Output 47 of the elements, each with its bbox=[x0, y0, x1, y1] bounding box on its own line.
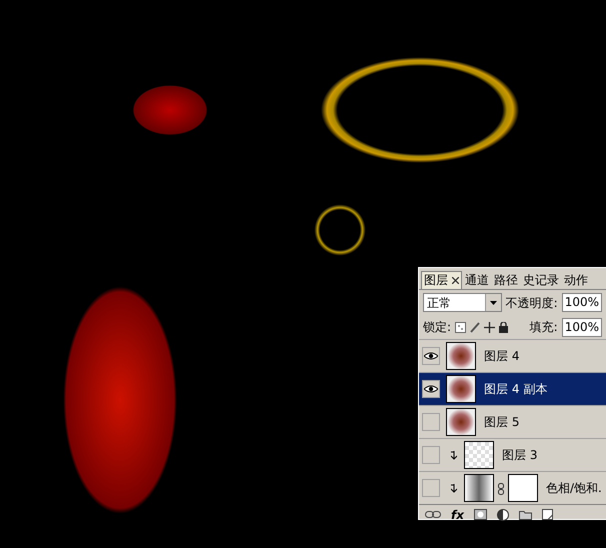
layer-row[interactable]: 图层 4 bbox=[419, 339, 606, 372]
layer-thumbnail bbox=[446, 375, 476, 403]
layer-style-button[interactable]: fx bbox=[451, 506, 464, 524]
mask-thumbnail bbox=[508, 474, 538, 502]
layer-thumbnail bbox=[464, 474, 494, 502]
chain-link-icon bbox=[498, 482, 504, 495]
panel-tab[interactable]: 动作 bbox=[562, 271, 590, 289]
layer-thumbnail bbox=[446, 408, 476, 436]
panel-tab[interactable]: 史记录 bbox=[521, 271, 561, 289]
fill-field[interactable]: 100% bbox=[562, 318, 602, 336]
brush-icon[interactable] bbox=[470, 322, 480, 332]
panel-tab[interactable]: 通道 bbox=[463, 271, 491, 289]
move-icon[interactable] bbox=[484, 322, 496, 332]
visibility-toggle[interactable] bbox=[422, 413, 440, 431]
blend-mode-dropdown[interactable]: 正常 bbox=[423, 293, 502, 312]
eye-icon bbox=[424, 352, 438, 360]
visibility-toggle[interactable] bbox=[422, 446, 440, 464]
fill-label: 填充: bbox=[530, 319, 558, 336]
lock-label: 锁定: bbox=[423, 319, 452, 336]
caret-icon bbox=[490, 300, 497, 304]
opacity-field[interactable]: 100% bbox=[562, 293, 602, 312]
layer-name: 色相/饱和. bbox=[546, 480, 602, 497]
visibility-toggle[interactable] bbox=[422, 380, 440, 398]
eye-icon bbox=[424, 385, 438, 393]
layer-row[interactable]: 图层 4 副本 bbox=[419, 372, 606, 405]
new-layer-icon[interactable] bbox=[542, 509, 553, 520]
layer-thumbnail bbox=[446, 342, 476, 370]
panel-tab[interactable]: 图层 bbox=[421, 271, 462, 289]
layer-row[interactable]: 图层 3 bbox=[419, 438, 606, 471]
folder-icon[interactable] bbox=[518, 510, 532, 520]
layer-name: 图层 5 bbox=[484, 414, 520, 431]
lock-transparency-icon[interactable] bbox=[455, 322, 466, 332]
layer-row[interactable]: 色相/饱和. bbox=[419, 471, 606, 504]
layer-name: 图层 4 bbox=[484, 348, 520, 365]
visibility-toggle[interactable] bbox=[422, 347, 440, 365]
link-icon[interactable] bbox=[425, 511, 441, 518]
half-circle-icon[interactable] bbox=[496, 508, 509, 520]
opacity-label: 不透明度: bbox=[506, 294, 558, 312]
layer-thumbnail bbox=[464, 441, 494, 469]
panel-tab[interactable]: 路径 bbox=[492, 271, 520, 289]
layer-name: 图层 3 bbox=[502, 447, 538, 464]
close-icon[interactable] bbox=[452, 277, 459, 284]
layer-row[interactable]: 图层 5 bbox=[419, 405, 606, 438]
lock-icon[interactable] bbox=[499, 322, 508, 332]
layer-name: 图层 4 副本 bbox=[484, 381, 548, 398]
mask-icon[interactable] bbox=[474, 509, 487, 520]
visibility-toggle[interactable] bbox=[422, 479, 440, 497]
